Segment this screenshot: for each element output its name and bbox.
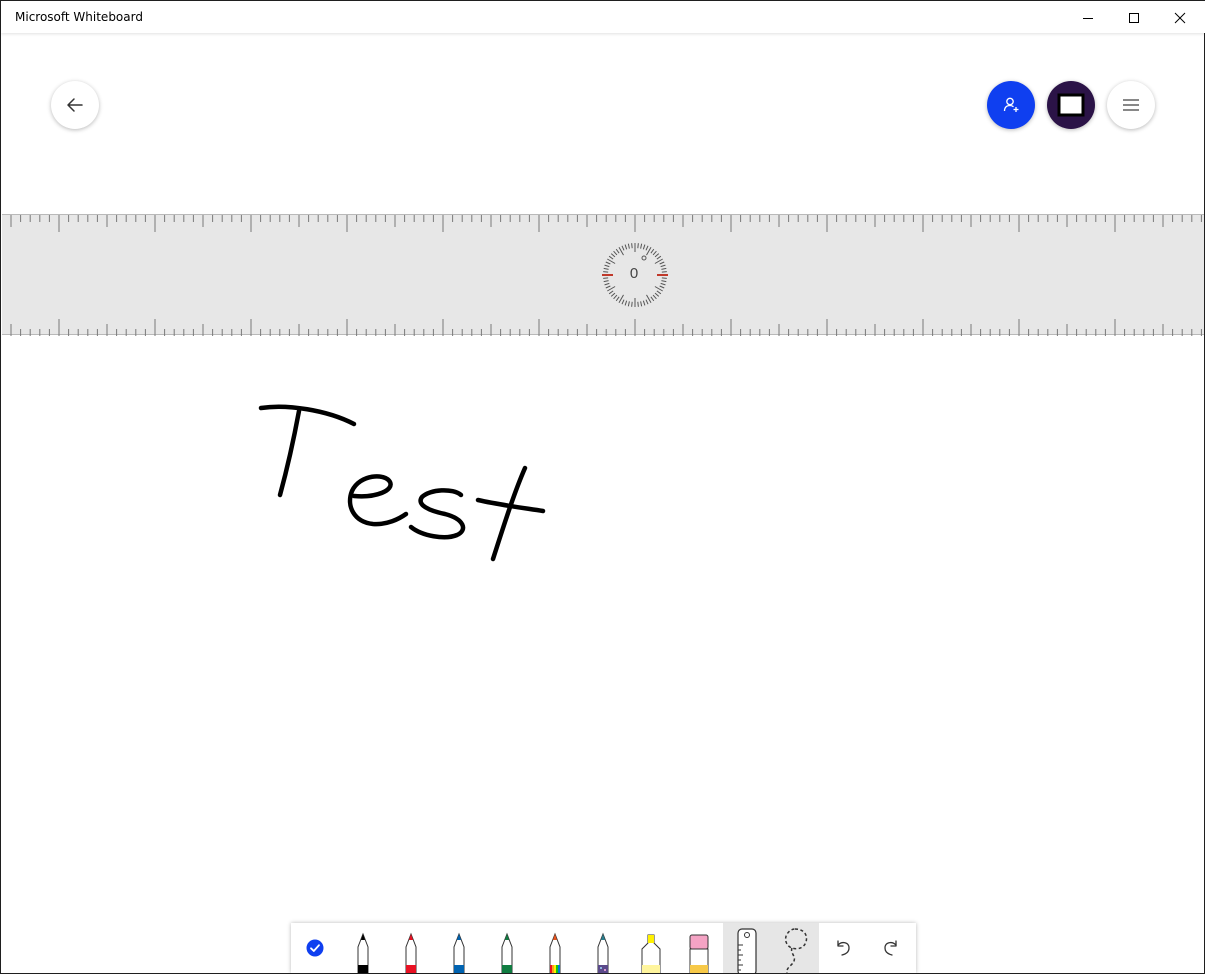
close-icon <box>1174 12 1186 23</box>
pen-green-tool[interactable] <box>483 923 531 973</box>
undo-button[interactable] <box>819 923 867 973</box>
ruler-toggle-tool[interactable] <box>723 923 771 973</box>
app-window: Microsoft Whiteboard 0 <box>0 0 1205 974</box>
maximize-button[interactable] <box>1111 1 1157 34</box>
lasso-icon <box>784 928 808 973</box>
redo-icon <box>884 940 897 956</box>
pen-rainbow-tool[interactable] <box>531 923 579 973</box>
close-button[interactable] <box>1157 1 1203 34</box>
lasso-tool[interactable] <box>771 923 819 973</box>
minimize-button[interactable] <box>1065 1 1111 34</box>
eraser-icon <box>689 934 709 973</box>
redo-button[interactable] <box>867 923 915 973</box>
eraser-tool[interactable] <box>675 923 723 973</box>
title-bar[interactable]: Microsoft Whiteboard <box>1 0 1205 33</box>
minimize-icon <box>1083 17 1093 19</box>
ruler-icon <box>737 928 757 973</box>
whiteboard-canvas[interactable]: 0 <box>2 33 1204 973</box>
pen-red-tool[interactable] <box>387 923 435 973</box>
pen-black-tool[interactable] <box>339 923 387 973</box>
inking-toolbar <box>291 923 916 973</box>
window-title: Microsoft Whiteboard <box>15 10 143 24</box>
checkmark-circle-icon <box>306 939 324 957</box>
maximize-icon <box>1129 12 1139 23</box>
highlighter-icon <box>641 934 661 973</box>
pen-green-icon <box>501 932 513 973</box>
ink-drawing[interactable] <box>2 33 1204 973</box>
pen-red-icon <box>405 932 417 973</box>
pen-blue-icon <box>453 932 465 973</box>
select-tool[interactable] <box>291 923 339 973</box>
pen-rainbow-icon <box>549 932 561 973</box>
highlighter-tool[interactable] <box>627 923 675 973</box>
undo-icon <box>837 940 850 956</box>
pen-black-icon <box>357 932 369 973</box>
pen-galaxy-icon <box>597 932 609 973</box>
pen-galaxy-tool[interactable] <box>579 923 627 973</box>
pen-blue-tool[interactable] <box>435 923 483 973</box>
